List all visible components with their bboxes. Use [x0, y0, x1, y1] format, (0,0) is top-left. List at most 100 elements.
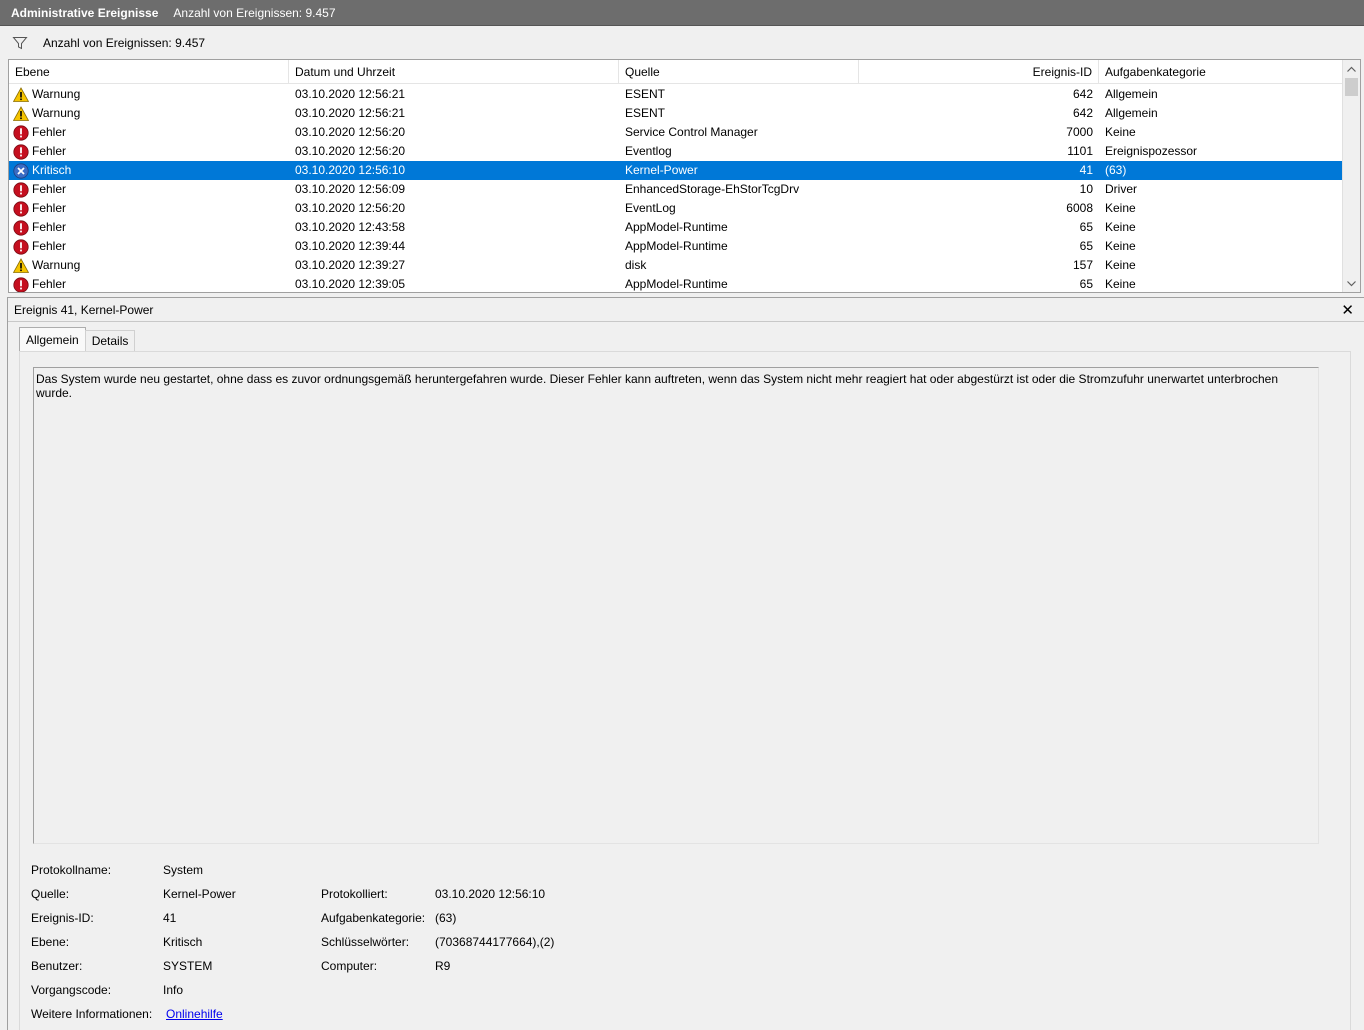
cell-event-id: 65: [1079, 239, 1093, 253]
scroll-down-icon[interactable]: [1343, 275, 1360, 292]
scroll-thumb[interactable]: [1345, 78, 1358, 96]
tab-panel-allgemein: Das System wurde neu gestartet, ohne das…: [19, 351, 1351, 1030]
keywords-value: (70368744177664),(2): [435, 935, 555, 949]
error-icon: [13, 200, 29, 217]
cell-event-id: 41: [1079, 163, 1093, 177]
table-row[interactable]: Fehler 03.10.2020 12:56:09 EnhancedStorage…: [9, 180, 1342, 199]
log-name-value: System: [163, 863, 204, 877]
cell-source: disk: [625, 258, 647, 272]
keywords-label: Schlüsselwörter:: [321, 935, 410, 949]
column-header-level[interactable]: Ebene: [9, 60, 289, 84]
cell-category: Keine: [1105, 239, 1136, 253]
level-text: Warnung: [32, 258, 81, 272]
error-icon: [13, 276, 29, 292]
warning-icon: [13, 105, 30, 122]
scroll-up-icon[interactable]: [1343, 60, 1360, 77]
cell-event-id: 6008: [1066, 201, 1093, 215]
cell-category: Keine: [1105, 201, 1136, 215]
warning-icon: [13, 86, 30, 103]
event-detail-pane: Ereignis 41, Kernel-Power ✕ Allgemein De…: [7, 297, 1364, 1030]
cell-date: 03.10.2020 12:39:44: [295, 239, 406, 253]
cell-date: 03.10.2020 12:56:20: [295, 201, 406, 215]
cell-level: Warnung: [13, 256, 288, 275]
table-row[interactable]: Warnung 03.10.2020 12:56:21 ESENT 642 Allgem…: [9, 104, 1342, 123]
cell-source: ESENT: [625, 87, 666, 101]
level-text: Fehler: [32, 144, 67, 158]
detail-title: Ereignis 41, Kernel-Power: [14, 302, 154, 317]
cell-event-id: 642: [1072, 87, 1093, 101]
title-bar: Administrative Ereignisse Anzahl von Ere…: [0, 0, 1364, 26]
level-value: Kritisch: [163, 935, 203, 949]
close-icon[interactable]: ✕: [1341, 301, 1354, 319]
table-row[interactable]: Fehler 03.10.2020 12:39:05 AppModel-Runtim…: [9, 275, 1342, 292]
list-scrollbar[interactable]: [1342, 60, 1360, 292]
view-title: Administrative Ereignisse: [11, 5, 159, 20]
event-description[interactable]: Das System wurde neu gestartet, ohne das…: [33, 367, 1319, 844]
cell-event-id: 642: [1072, 106, 1093, 120]
cell-source: AppModel-Runtime: [625, 220, 728, 234]
level-text: Fehler: [32, 220, 67, 234]
cell-date: 03.10.2020 12:56:21: [295, 87, 406, 101]
error-icon: [13, 181, 29, 198]
cell-date: 03.10.2020 12:56:20: [295, 125, 406, 139]
cell-category: Keine: [1105, 220, 1136, 234]
cell-level: Fehler: [13, 218, 288, 237]
error-icon: [13, 124, 29, 141]
cell-date: 03.10.2020 12:56:10: [295, 163, 406, 177]
column-header-date[interactable]: Datum und Uhrzeit: [289, 60, 619, 84]
cell-level: Warnung: [13, 104, 288, 123]
cell-source: AppModel-Runtime: [625, 277, 728, 291]
cell-source: ESENT: [625, 106, 666, 120]
cell-category: Keine: [1105, 125, 1136, 139]
cell-event-id: 7000: [1066, 125, 1093, 139]
event-list[interactable]: Ebene Datum und Uhrzeit Quelle Ereignis-…: [8, 59, 1361, 293]
table-row[interactable]: Fehler 03.10.2020 12:56:20 Eventlog 1101 Ere…: [9, 142, 1342, 161]
tab-allgemein[interactable]: Allgemein: [19, 327, 86, 351]
opcode-label: Vorgangscode:: [31, 983, 112, 997]
warning-icon: [13, 257, 30, 274]
table-row[interactable]: Fehler 03.10.2020 12:56:20 Service Control…: [9, 123, 1342, 142]
logged-value: 03.10.2020 12:56:10: [435, 887, 546, 901]
cell-source: EventLog: [625, 201, 676, 215]
level-text: Fehler: [32, 125, 67, 139]
cell-event-id: 1101: [1067, 144, 1093, 158]
table-row[interactable]: Fehler 03.10.2020 12:39:44 AppModel-Runtim…: [9, 237, 1342, 256]
table-row[interactable]: Warnung 03.10.2020 12:56:21 ESENT 642 Allgem…: [9, 85, 1342, 104]
table-row[interactable]: Fehler 03.10.2020 12:56:20 EventLog 6008 Kei…: [9, 199, 1342, 218]
level-text: Fehler: [32, 277, 67, 291]
cell-source: Eventlog: [625, 144, 672, 158]
cell-event-id: 65: [1079, 277, 1093, 291]
cell-level: Warnung: [13, 85, 288, 104]
error-icon: [13, 238, 29, 255]
title-event-count: Anzahl von Ereignissen: 9.457: [173, 5, 336, 20]
cell-category: Keine: [1105, 277, 1136, 291]
cell-source: Service Control Manager: [625, 125, 758, 139]
table-row[interactable]: Kritisch 03.10.2020 12:56:10 Kernel-Power 4…: [9, 161, 1342, 180]
table-row[interactable]: Warnung 03.10.2020 12:39:27 disk 157 Keine: [9, 256, 1342, 275]
computer-label: Computer:: [321, 959, 378, 973]
cell-level: Fehler: [13, 123, 288, 142]
error-icon: [13, 219, 29, 236]
log-name-label: Protokollname:: [31, 863, 112, 877]
tab-details[interactable]: Details: [84, 330, 136, 351]
filter-icon[interactable]: [12, 35, 28, 51]
cell-date: 03.10.2020 12:43:58: [295, 220, 406, 234]
filter-event-count: Anzahl von Ereignissen: 9.457: [43, 35, 206, 50]
column-header-category[interactable]: Aufgabenkategorie: [1099, 60, 1342, 84]
cell-level: Fehler: [13, 180, 288, 199]
event-id-label: Ereignis-ID:: [31, 911, 94, 925]
user-label: Benutzer:: [31, 959, 83, 973]
cell-level: Kritisch: [13, 161, 288, 180]
filter-bar: Anzahl von Ereignissen: 9.457: [7, 27, 1364, 58]
online-help-link[interactable]: Onlinehilfe: [166, 1007, 223, 1021]
column-header-event-id[interactable]: Ereignis-ID: [859, 60, 1099, 84]
cell-category: Keine: [1105, 258, 1136, 272]
cell-category: (63): [1105, 163, 1127, 177]
detail-tabs: Allgemein Details: [19, 327, 136, 351]
column-header-source[interactable]: Quelle: [619, 60, 859, 84]
table-row[interactable]: Fehler 03.10.2020 12:43:58 AppModel-Runtim…: [9, 218, 1342, 237]
event-id-value: 41: [163, 911, 177, 925]
level-text: Fehler: [32, 239, 67, 253]
source-label: Quelle:: [31, 887, 70, 901]
level-text: Warnung: [32, 106, 81, 120]
